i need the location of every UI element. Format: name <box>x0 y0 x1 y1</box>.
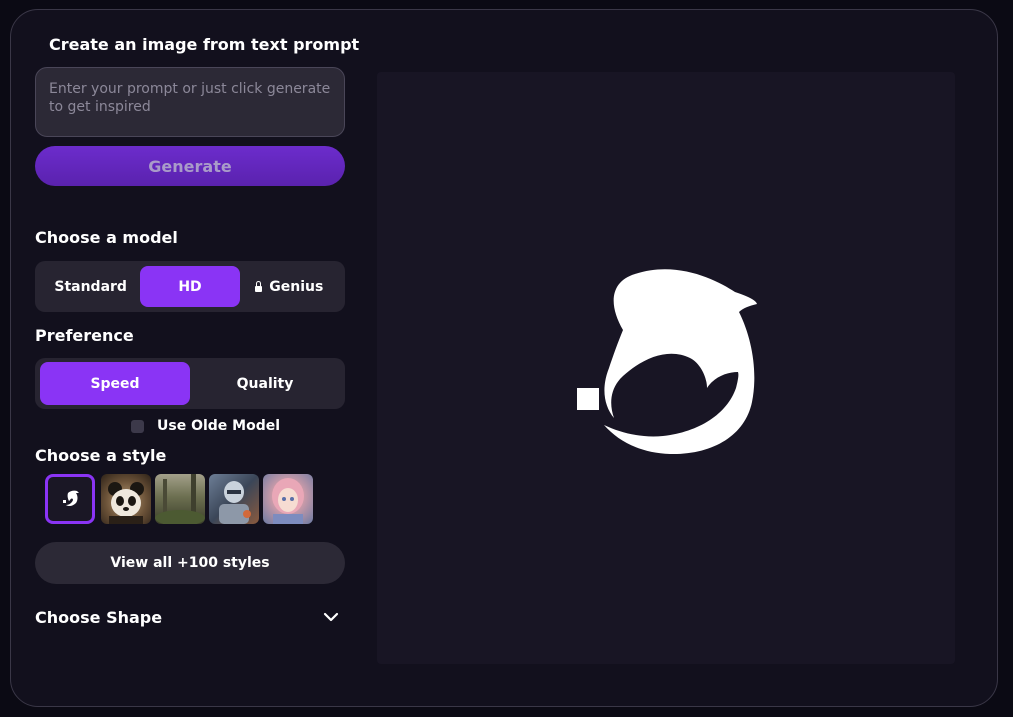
panel-title: Create an image from text prompt <box>49 35 360 54</box>
olde-model-label: Use Olde Model <box>157 418 281 434</box>
chevron-down-icon <box>323 612 339 622</box>
generate-button[interactable]: Generate <box>35 146 345 186</box>
preference-option-quality[interactable]: Quality <box>190 362 340 405</box>
prompt-input[interactable] <box>35 67 345 137</box>
model-option-genius[interactable]: Genius <box>240 266 339 307</box>
style-thumb-dolphin[interactable] <box>45 474 95 524</box>
style-label: Choose a style <box>35 446 167 465</box>
style-thumbnails <box>45 474 313 524</box>
preference-option-speed[interactable]: Speed <box>40 362 190 405</box>
model-selector: Standard HD Genius <box>35 261 345 312</box>
anime-girl-image <box>272 478 304 524</box>
model-option-hd[interactable]: HD <box>140 266 240 307</box>
style-thumb-forest[interactable] <box>155 474 205 524</box>
style-thumb-robot[interactable] <box>209 474 259 524</box>
style-thumb-panda[interactable] <box>101 474 151 524</box>
forest-image <box>155 474 205 524</box>
robot-image <box>219 481 251 524</box>
choose-shape-label: Choose Shape <box>35 607 163 627</box>
model-option-standard[interactable]: Standard <box>41 266 140 307</box>
choose-shape-toggle[interactable]: Choose Shape <box>35 606 339 628</box>
olde-model-toggle[interactable]: Use Olde Model <box>131 418 280 434</box>
image-preview <box>377 72 955 664</box>
dolphin-logo-placeholder <box>577 269 757 455</box>
lock-icon <box>255 280 263 292</box>
style-thumb-anime-girl[interactable] <box>263 474 313 524</box>
view-all-styles-button[interactable]: View all +100 styles <box>35 542 345 584</box>
dolphin-shape <box>604 269 757 455</box>
model-label: Choose a model <box>35 228 178 247</box>
preference-label: Preference <box>35 326 134 345</box>
panda-image <box>108 482 144 524</box>
dolphin-logo-icon <box>63 490 79 507</box>
logo-dot <box>577 388 599 410</box>
preference-selector: Speed Quality <box>35 358 345 409</box>
olde-model-checkbox[interactable] <box>131 419 144 433</box>
